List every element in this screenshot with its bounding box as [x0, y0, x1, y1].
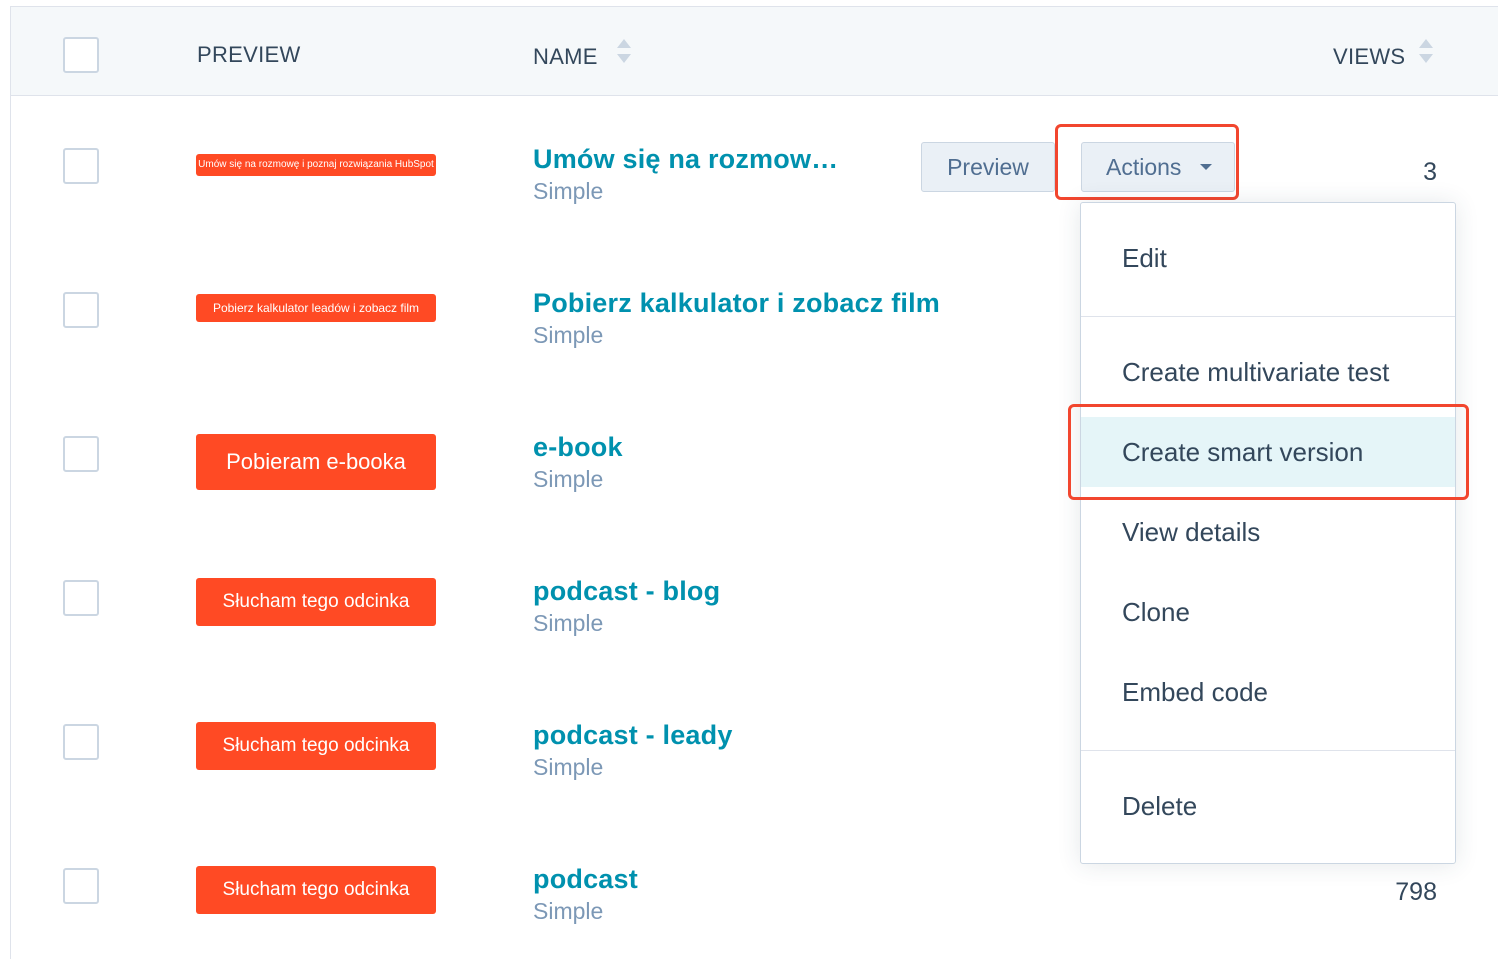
- name-sort-icon[interactable]: [617, 39, 631, 69]
- column-header-preview: PREVIEW: [197, 42, 301, 67]
- table-header: PREVIEW NAME VIEWS: [11, 7, 1498, 96]
- select-all-checkbox[interactable]: [63, 37, 99, 73]
- views-sort-icon[interactable]: [1419, 39, 1433, 69]
- cta-preview: Słucham tego odcinka: [196, 578, 436, 626]
- column-header-name[interactable]: NAME: [533, 44, 598, 70]
- cta-preview: Pobieram e-booka: [196, 434, 436, 490]
- cta-type: Simple: [533, 466, 604, 492]
- menu-item-clone[interactable]: Clone: [1081, 577, 1455, 647]
- cta-type: Simple: [533, 754, 604, 780]
- menu-item-view-details[interactable]: View details: [1081, 497, 1455, 567]
- cta-name-link[interactable]: podcast - blog: [533, 576, 720, 607]
- actions-dropdown-menu: Edit Create multivariate test Create sma…: [1080, 202, 1456, 864]
- cta-type: Simple: [533, 898, 604, 924]
- smart-version-highlight-box: [1068, 404, 1469, 500]
- menu-item-delete[interactable]: Delete: [1081, 771, 1455, 841]
- menu-divider: [1081, 316, 1455, 317]
- views-count: 798: [1395, 878, 1437, 906]
- menu-item-embed-code[interactable]: Embed code: [1081, 657, 1455, 727]
- views-count: 3: [1423, 158, 1437, 186]
- row-checkbox[interactable]: [63, 292, 99, 328]
- menu-item-edit[interactable]: Edit: [1081, 223, 1455, 293]
- column-header-views[interactable]: VIEWS: [1333, 44, 1405, 70]
- menu-item-create-multivariate-test[interactable]: Create multivariate test: [1081, 337, 1455, 407]
- row-checkbox[interactable]: [63, 436, 99, 472]
- cta-name-link[interactable]: e-book: [533, 432, 623, 463]
- row-checkbox[interactable]: [63, 868, 99, 904]
- row-checkbox[interactable]: [63, 148, 99, 184]
- row-checkbox[interactable]: [63, 580, 99, 616]
- actions-highlight-box: [1055, 124, 1239, 200]
- cta-name-link[interactable]: podcast - leady: [533, 720, 733, 751]
- cta-name-link[interactable]: podcast: [533, 864, 638, 895]
- preview-button[interactable]: Preview: [921, 142, 1055, 192]
- cta-name-link[interactable]: Pobierz kalkulator i zobacz film: [533, 288, 940, 319]
- cta-type: Simple: [533, 322, 604, 348]
- cta-type: Simple: [533, 610, 604, 636]
- row-checkbox[interactable]: [63, 724, 99, 760]
- cta-preview: Słucham tego odcinka: [196, 722, 436, 770]
- cta-type: Simple: [533, 178, 604, 204]
- menu-divider: [1081, 750, 1455, 751]
- cta-preview: Umów się na rozmowę i poznaj rozwiązania…: [196, 154, 436, 176]
- cta-preview: Pobierz kalkulator leadów i zobacz film: [196, 294, 436, 322]
- cta-name-link[interactable]: Umów się na rozmow…: [533, 144, 838, 175]
- cta-preview: Słucham tego odcinka: [196, 866, 436, 914]
